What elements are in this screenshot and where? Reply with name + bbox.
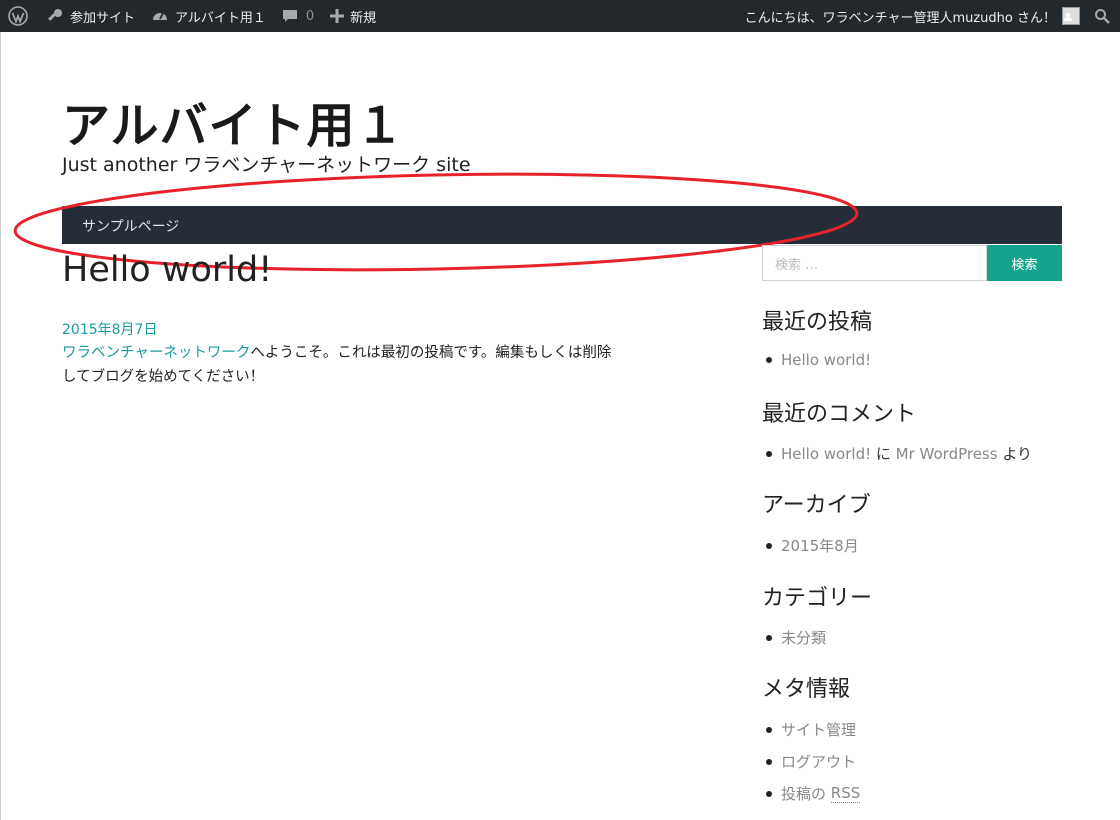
- widget-title-recent-comments: 最近のコメント: [762, 402, 917, 427]
- site-admin-link[interactable]: サイト管理: [781, 719, 856, 740]
- site-description: Just another ワラベンチャーネットワーク site: [62, 154, 471, 176]
- my-account-menu[interactable]: こんにちは、ワラベンチャー管理人muzudho さん！: [737, 0, 1086, 32]
- comments-button[interactable]: 0: [274, 0, 322, 32]
- list-bullet: [766, 634, 772, 641]
- archive-link[interactable]: 2015年8月: [781, 535, 859, 556]
- new-content-menu[interactable]: 新規: [322, 0, 384, 32]
- search-icon: [1095, 9, 1110, 24]
- list-item[interactable]: Hello world!: [766, 351, 871, 369]
- main-navigation: サンプルページ: [62, 206, 1062, 244]
- list-bullet: [766, 357, 772, 363]
- post-title[interactable]: Hello world!: [62, 250, 272, 290]
- post-text-line1: へようこそ。これは最初の投稿です。編集もしくは削除: [250, 345, 612, 361]
- greeting-text: こんにちは、ワラベンチャー管理人muzudho さん！: [744, 10, 1056, 26]
- widget-title-categories: カテゴリー: [762, 586, 873, 611]
- admin-search-button[interactable]: [1086, 0, 1120, 32]
- recent-post-link[interactable]: Hello world!: [781, 351, 871, 369]
- list-bullet: [766, 450, 772, 457]
- entries-rss-prefix[interactable]: 投稿の: [781, 783, 831, 804]
- post-date[interactable]: 2015年8月7日: [62, 319, 157, 339]
- new-label: 新規: [350, 10, 377, 26]
- wordpress-icon: [8, 6, 28, 26]
- avatar: [1062, 7, 1080, 25]
- comment-connector: より: [997, 445, 1033, 463]
- list-bullet: [766, 758, 772, 765]
- list-item[interactable]: サイト管理: [766, 719, 856, 740]
- my-sites-menu[interactable]: 参加サイト: [38, 0, 143, 32]
- site-name-label: アルバイト用１: [175, 10, 266, 26]
- dashboard-icon: [153, 12, 168, 20]
- nav-item-sample-page[interactable]: サンプルページ: [82, 216, 179, 236]
- list-item: Hello world! に Mr WordPress より: [766, 443, 1032, 464]
- widget-title-recent-posts: 最近の投稿: [762, 310, 873, 335]
- logout-link[interactable]: ログアウト: [781, 751, 856, 772]
- site-title[interactable]: アルバイト用１: [62, 86, 405, 156]
- user-silhouette-icon: [1063, 12, 1073, 21]
- wordpress-logo-button[interactable]: [0, 0, 38, 32]
- list-item[interactable]: 未分類: [766, 627, 826, 648]
- comments-count: 0: [305, 8, 315, 24]
- list-item[interactable]: ログアウト: [766, 751, 856, 772]
- comment-icon: [282, 10, 297, 22]
- list-bullet: [766, 542, 772, 549]
- category-link[interactable]: 未分類: [781, 627, 826, 648]
- post-text-line2: してブログを始めてください！: [62, 369, 265, 385]
- comment-connector: に: [871, 445, 896, 463]
- search-button[interactable]: 検索: [987, 245, 1062, 281]
- widget-title-meta: メタ情報: [762, 677, 851, 702]
- site-name-menu[interactable]: アルバイト用１: [143, 0, 274, 32]
- post-content: ワラベンチャーネットワークへようこそ。これは最初の投稿です。編集もしくは削除 し…: [62, 341, 682, 389]
- plus-icon: [330, 9, 345, 23]
- entries-rss-link[interactable]: RSS: [830, 784, 861, 803]
- admin-bar: 参加サイト アルバイト用１ 0 新規 こんにちは、ワラベンチャー管理人muzud…: [0, 0, 1120, 32]
- admin-bar-left: 参加サイト アルバイト用１ 0 新規: [0, 0, 384, 32]
- list-bullet: [766, 726, 772, 733]
- widget-title-archives: アーカイブ: [762, 493, 871, 518]
- comment-author-link[interactable]: Mr WordPress: [896, 445, 998, 463]
- list-item[interactable]: 投稿の RSS: [766, 783, 861, 804]
- list-item[interactable]: 2015年8月: [766, 535, 859, 556]
- network-link[interactable]: ワラベンチャーネットワーク: [62, 345, 250, 361]
- key-icon: [48, 9, 62, 21]
- my-sites-label: 参加サイト: [70, 10, 136, 26]
- admin-bar-right: こんにちは、ワラベンチャー管理人muzudho さん！: [737, 0, 1120, 32]
- comment-post-link[interactable]: Hello world!: [781, 445, 871, 463]
- list-bullet: [766, 790, 772, 797]
- search-input[interactable]: 検索 …: [762, 245, 987, 281]
